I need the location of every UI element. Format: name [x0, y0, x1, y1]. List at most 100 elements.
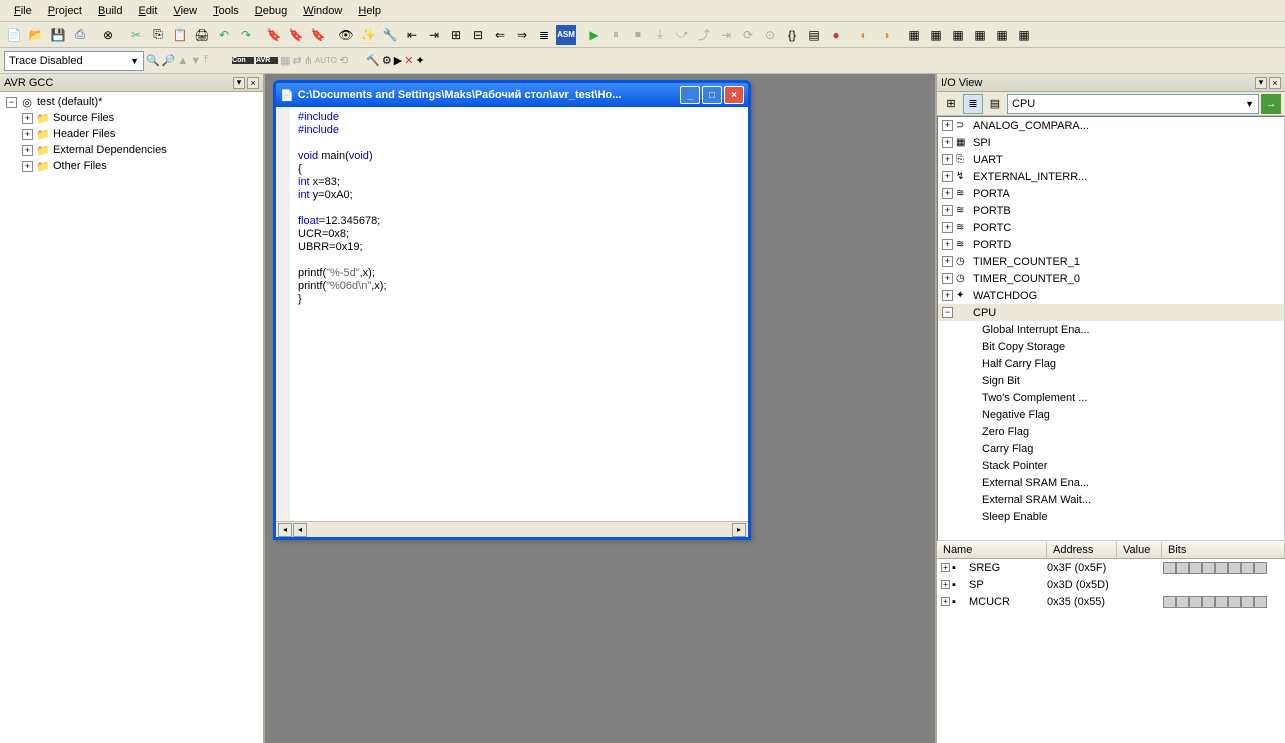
bookmark-icon[interactable]: 🔖 — [264, 25, 284, 45]
io-register-item[interactable]: Sleep Enable — [938, 508, 1284, 525]
panel3-icon[interactable]: ▦ — [948, 25, 968, 45]
scroll-right-icon[interactable]: ▸ — [732, 523, 746, 537]
register-bit[interactable] — [1163, 562, 1176, 574]
rebuild-icon[interactable]: ⚙ — [382, 54, 392, 67]
run-icon[interactable]: ▶ — [584, 25, 604, 45]
expand-icon[interactable]: + — [942, 188, 953, 199]
wrench-icon[interactable]: 🔧 — [380, 25, 400, 45]
io-list-view-icon[interactable]: ≣ — [963, 94, 983, 114]
toggle1-icon[interactable]: ◐ — [854, 25, 874, 45]
register-bit[interactable] — [1215, 596, 1228, 608]
io-register-item[interactable]: External SRAM Ena... — [938, 474, 1284, 491]
io-module-node[interactable]: +⎘UART — [938, 151, 1284, 168]
expand-icon[interactable]: + — [942, 154, 953, 165]
expand-icon[interactable]: + — [942, 239, 953, 250]
find-icon[interactable]: 👁 — [336, 25, 356, 45]
window-maximize-icon[interactable]: □ — [702, 86, 722, 104]
panel-pin-icon[interactable]: ▾ — [233, 77, 245, 89]
register-bit[interactable] — [1215, 562, 1228, 574]
nav-down-icon[interactable]: ▼ — [190, 55, 201, 67]
zoom1-icon[interactable]: 🔍 — [146, 54, 160, 67]
register-row[interactable]: + ▪SP0x3D (0x5D) — [937, 576, 1285, 593]
panel5-icon[interactable]: ▦ — [992, 25, 1012, 45]
reset-icon[interactable]: ⊙ — [760, 25, 780, 45]
io-module-node[interactable]: +✦WATCHDOG — [938, 287, 1284, 304]
menu-build[interactable]: Build — [90, 3, 130, 19]
scroll-left2-icon[interactable]: ◂ — [293, 523, 307, 537]
auto-step-icon[interactable]: ⟳ — [738, 25, 758, 45]
stop-icon[interactable]: ⏹ — [628, 25, 648, 45]
outdent-icon[interactable]: ⇐ — [490, 25, 510, 45]
expand-icon[interactable]: + — [942, 137, 953, 148]
close-doc-icon[interactable]: ⊗ — [98, 25, 118, 45]
indent-left-icon[interactable]: ⇤ — [402, 25, 422, 45]
loop-icon[interactable]: ⟲ — [339, 54, 348, 67]
comment-icon[interactable]: ⊞ — [446, 25, 466, 45]
magic-icon[interactable]: ✨ — [358, 25, 378, 45]
io-module-node[interactable]: −CPU — [938, 304, 1284, 321]
io-module-node[interactable]: +⊃ANALOG_COMPARA... — [938, 117, 1284, 134]
io-module-node[interactable]: +≋PORTB — [938, 202, 1284, 219]
io-tree-view-icon[interactable]: ⊞ — [941, 94, 961, 114]
expand-icon[interactable]: + — [22, 113, 33, 124]
expand-icon[interactable]: + — [942, 273, 953, 284]
register-bit[interactable] — [1176, 596, 1189, 608]
horizontal-scrollbar[interactable]: ◂◂ ▸ — [276, 521, 748, 537]
cut-icon[interactable]: ✂ — [126, 25, 146, 45]
panel-close-icon[interactable]: × — [1269, 77, 1281, 89]
expand-icon[interactable]: + — [942, 290, 953, 301]
io-module-node[interactable]: +▦SPI — [938, 134, 1284, 151]
menu-debug[interactable]: Debug — [247, 3, 295, 19]
copy-icon[interactable]: ⎘ — [148, 25, 168, 45]
tree-folder[interactable]: +📁Source Files — [2, 110, 261, 126]
code-editor[interactable]: #include #include void main(void) { int … — [276, 107, 748, 521]
io-module-node[interactable]: +◷TIMER_COUNTER_1 — [938, 253, 1284, 270]
format-icon[interactable]: ≣ — [534, 25, 554, 45]
form-icon[interactable]: ▤ — [804, 25, 824, 45]
step-icon[interactable]: ⤓ — [650, 25, 670, 45]
expand-icon[interactable]: + — [942, 205, 953, 216]
register-bit[interactable] — [1189, 562, 1202, 574]
print-icon[interactable]: 🖨 — [192, 25, 212, 45]
collapse-icon[interactable]: − — [6, 97, 17, 108]
register-bit[interactable] — [1241, 562, 1254, 574]
asm-icon[interactable]: ASM — [556, 25, 576, 45]
expand-icon[interactable]: + — [942, 120, 953, 131]
undo-icon[interactable]: ↶ — [214, 25, 234, 45]
io-register-item[interactable]: Negative Flag — [938, 406, 1284, 423]
run-cursor-icon[interactable]: ⇥ — [716, 25, 736, 45]
nav-up-icon[interactable]: ▲ — [177, 55, 188, 67]
tree-folder[interactable]: +📁Other Files — [2, 158, 261, 174]
io-register-item[interactable]: External SRAM Wait... — [938, 491, 1284, 508]
link-icon[interactable]: ⇄ — [292, 54, 301, 67]
compile-icon[interactable]: ▶ — [394, 54, 402, 67]
io-module-node[interactable]: +↯EXTERNAL_INTERR... — [938, 168, 1284, 185]
io-register-item[interactable]: Bit Copy Storage — [938, 338, 1284, 355]
io-module-node[interactable]: +≋PORTD — [938, 236, 1284, 253]
toggle2-icon[interactable]: ◑ — [876, 25, 896, 45]
avr-icon[interactable]: AVR — [256, 57, 278, 64]
expand-icon[interactable]: + — [941, 563, 950, 572]
panel-pin-icon[interactable]: ▾ — [1255, 77, 1267, 89]
zoom2-icon[interactable]: 🔎 — [162, 54, 176, 67]
register-bit[interactable] — [1189, 596, 1202, 608]
expand-icon[interactable]: + — [22, 145, 33, 156]
save-icon[interactable]: 💾 — [48, 25, 68, 45]
indent-icon[interactable]: ⇒ — [512, 25, 532, 45]
window-minimize-icon[interactable]: _ — [680, 86, 700, 104]
new-file-icon[interactable]: 📄 — [4, 25, 24, 45]
redo-icon[interactable]: ↷ — [236, 25, 256, 45]
con-icon[interactable]: Con — [232, 57, 254, 64]
scroll-left-icon[interactable]: ◂ — [278, 523, 292, 537]
menu-window[interactable]: Window — [295, 3, 350, 19]
register-bit[interactable] — [1163, 596, 1176, 608]
expand-icon[interactable]: + — [942, 222, 953, 233]
refresh-icon[interactable]: ✦ — [415, 54, 424, 67]
expand-icon[interactable]: + — [941, 580, 950, 589]
stop-build-icon[interactable]: ✕ — [404, 54, 413, 67]
expand-icon[interactable]: + — [22, 161, 33, 172]
record-icon[interactable]: ● — [826, 25, 846, 45]
io-register-item[interactable]: Half Carry Flag — [938, 355, 1284, 372]
indent-right-icon[interactable]: ⇥ — [424, 25, 444, 45]
open-icon[interactable]: 📂 — [26, 25, 46, 45]
